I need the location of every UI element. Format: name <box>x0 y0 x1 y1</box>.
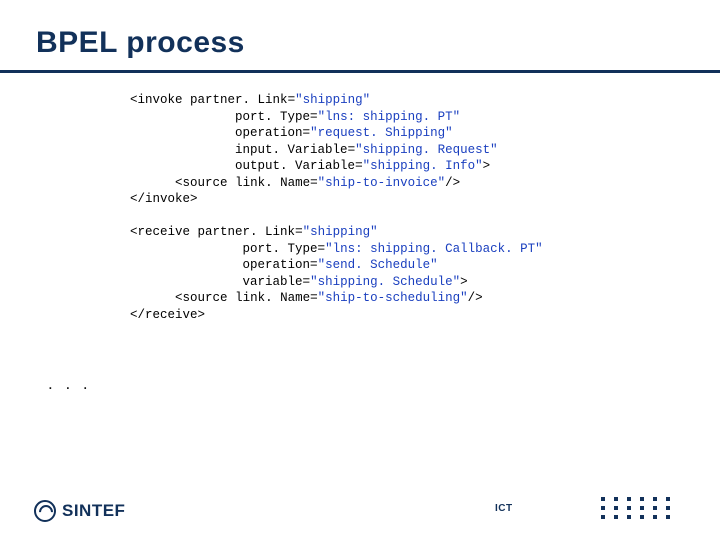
footer: SINTEF ICT <box>0 494 720 540</box>
t: </receive> <box>130 308 205 322</box>
t: input. Variable <box>235 143 348 157</box>
t: = <box>310 110 318 124</box>
t: "ship-to-invoice" <box>318 176 446 190</box>
t: source <box>183 176 228 190</box>
t: > <box>483 159 491 173</box>
t: "lns: shipping. Callback. PT" <box>325 242 543 256</box>
t: = <box>310 291 318 305</box>
t: "lns: shipping. PT" <box>318 110 461 124</box>
t: = <box>318 242 326 256</box>
t: source <box>183 291 228 305</box>
logo-text: SINTEF <box>62 501 125 521</box>
t: = <box>310 258 318 272</box>
ellipsis: . . . <box>48 374 92 394</box>
t: "shipping. Request" <box>355 143 498 157</box>
title-underline <box>0 70 720 73</box>
t: < <box>175 291 183 305</box>
slide: BPEL process <invoke partner. Link="ship… <box>0 0 720 540</box>
t: operation <box>243 258 311 272</box>
t: "shipping" <box>295 93 370 107</box>
t: /> <box>445 176 460 190</box>
t: </invoke> <box>130 192 198 206</box>
t: invoke <box>138 93 183 107</box>
t: port. Type <box>243 242 318 256</box>
t: operation <box>235 126 303 140</box>
t: receive <box>138 225 191 239</box>
t: < <box>175 176 183 190</box>
t: > <box>460 275 468 289</box>
t: link. Name <box>235 291 310 305</box>
t: "send. Schedule" <box>318 258 438 272</box>
t: link. Name <box>235 176 310 190</box>
t: = <box>355 159 363 173</box>
logo: SINTEF <box>34 500 125 522</box>
t: "request. Shipping" <box>310 126 453 140</box>
code-block: <invoke partner. Link="shipping" port. T… <box>130 92 543 323</box>
t: "shipping. Schedule" <box>310 275 460 289</box>
t: < <box>130 93 138 107</box>
t: partner. Link <box>190 93 288 107</box>
logo-icon <box>34 500 56 522</box>
page-title: BPEL process <box>36 26 245 60</box>
t: "shipping. Info" <box>363 159 483 173</box>
t: = <box>303 275 311 289</box>
t: = <box>348 143 356 157</box>
t: = <box>288 93 296 107</box>
t: output. Variable <box>235 159 355 173</box>
t: = <box>295 225 303 239</box>
t: < <box>130 225 138 239</box>
t: = <box>310 176 318 190</box>
t: "shipping" <box>303 225 378 239</box>
t: = <box>303 126 311 140</box>
dot-grid-icon <box>601 497 674 522</box>
t: partner. Link <box>198 225 296 239</box>
t: port. Type <box>235 110 310 124</box>
t: "ship-to-scheduling" <box>318 291 468 305</box>
t: /> <box>468 291 483 305</box>
t: variable <box>243 275 303 289</box>
footer-label: ICT <box>495 503 513 514</box>
